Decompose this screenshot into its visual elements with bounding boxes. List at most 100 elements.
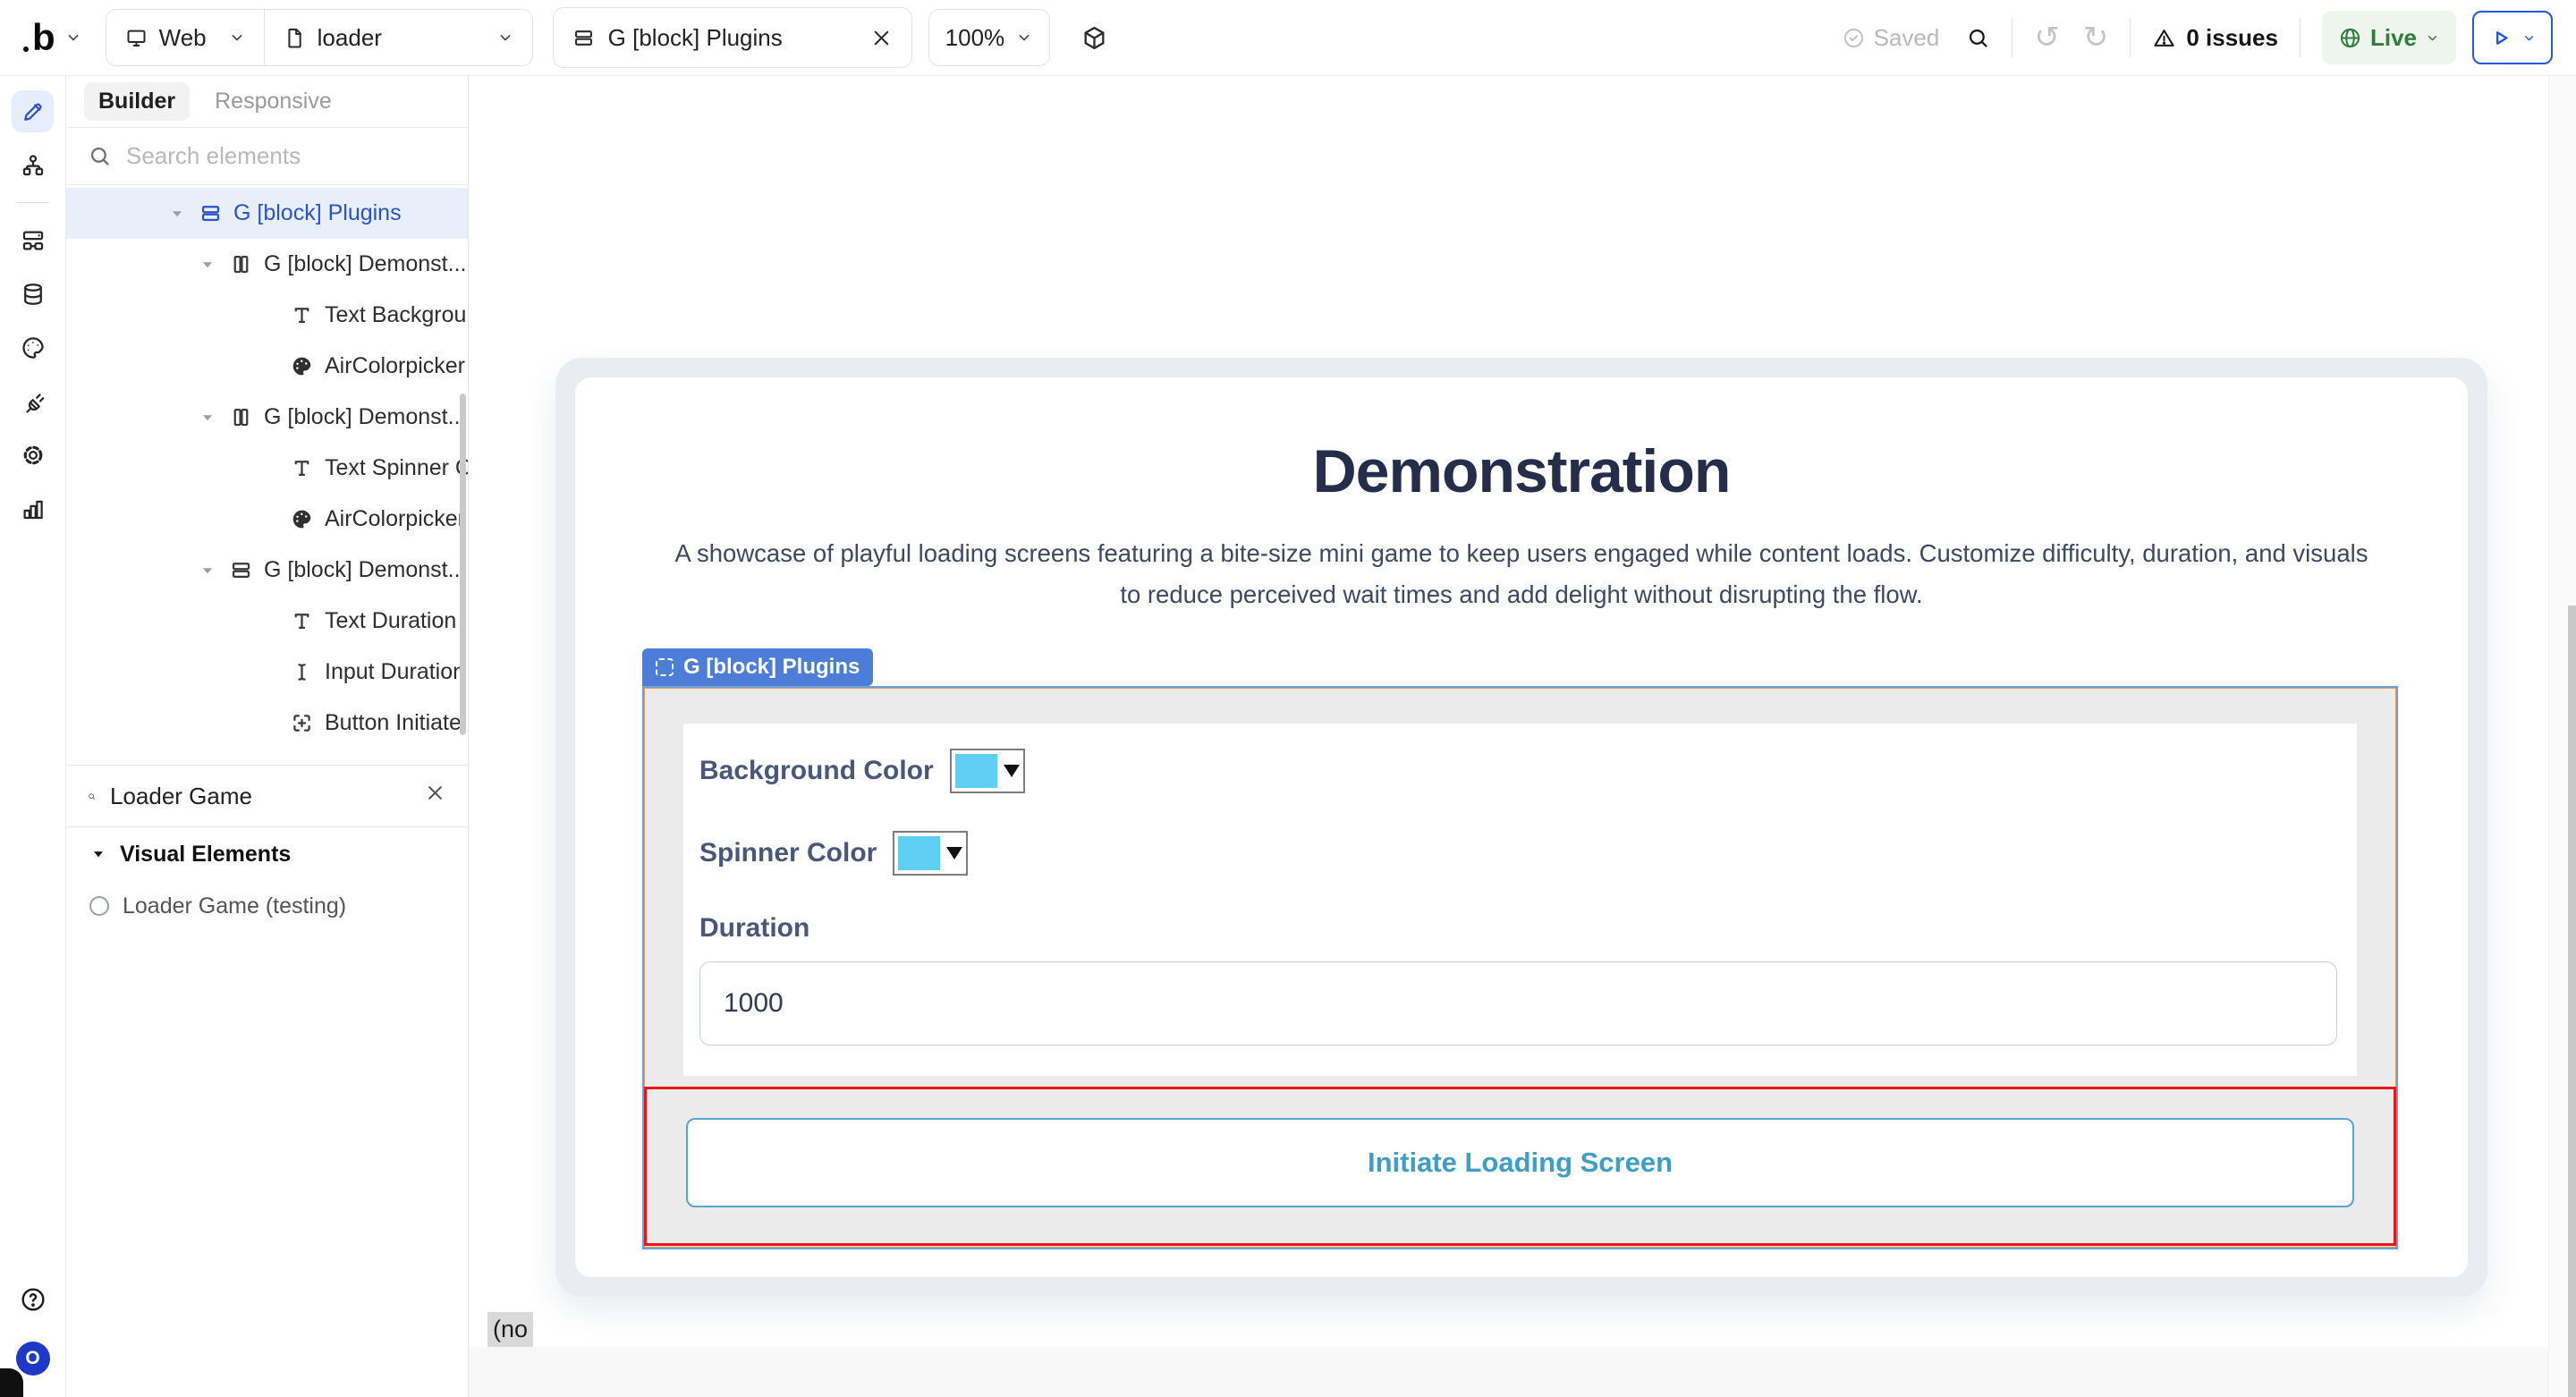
close-icon[interactable]	[869, 26, 894, 50]
page-card-inner: Demonstration A showcase of playful load…	[575, 377, 2468, 1277]
live-environment-button[interactable]: Live	[2322, 11, 2456, 64]
rows-icon	[229, 558, 253, 582]
tree-row[interactable]: Text Spinner C...	[66, 443, 468, 494]
tree-row-label: G [block] Demonst...	[264, 251, 466, 277]
user-avatar[interactable]: O	[16, 1342, 50, 1376]
tree-row[interactable]: AirColorpicker B	[66, 341, 468, 392]
clear-search-icon[interactable]	[424, 782, 446, 810]
page-select-label: loader	[318, 24, 382, 52]
file-icon	[283, 26, 307, 50]
spinner-color-row: Spinner Color	[699, 831, 2337, 876]
spinner-color-picker[interactable]	[893, 831, 968, 876]
editor-canvas[interactable]: Demonstration A showcase of playful load…	[469, 76, 2576, 1397]
preview-cube-button[interactable]	[1080, 24, 1108, 52]
settings-tool-button[interactable]	[12, 434, 54, 476]
duration-input[interactable]	[699, 961, 2337, 1046]
model-selectors: Web loader	[106, 9, 533, 66]
plugins-tool-button[interactable]	[12, 380, 54, 422]
text-icon	[290, 303, 314, 327]
help-icon	[19, 1285, 47, 1314]
background-color-picker[interactable]	[950, 749, 1025, 793]
check-circle-icon	[1842, 26, 1866, 50]
corner-overlay	[0, 1368, 23, 1397]
insert-section-visual-elements[interactable]: Visual Elements	[66, 827, 468, 881]
insights-tool-button[interactable]	[12, 487, 54, 529]
redo-button[interactable]: ↻	[2083, 22, 2109, 53]
dropdown-arrow-icon	[946, 847, 962, 859]
red-selection-outline: Initiate Loading Screen	[644, 1087, 2396, 1246]
canvas-scrollbar-thumb[interactable]	[2568, 605, 2576, 1397]
builder-logo-menu[interactable]: b	[23, 19, 82, 56]
toolbar-divider	[2300, 18, 2301, 57]
chevron-down-icon	[2521, 30, 2537, 46]
tree-row[interactable]: Text Duration	[66, 596, 468, 647]
open-content-tab[interactable]: G [block] Plugins	[553, 7, 912, 68]
tree-row[interactable]: G [block] Demonst...	[66, 545, 468, 596]
caret-down-icon[interactable]	[166, 203, 188, 224]
page-select[interactable]: loader	[264, 10, 532, 65]
issues-label: 0 issues	[2186, 24, 2278, 52]
device-select[interactable]: Web	[106, 10, 264, 65]
tree-row[interactable]: G [block] Plugins	[66, 188, 468, 239]
insert-search	[66, 765, 468, 827]
page-card: Demonstration A showcase of playful load…	[555, 358, 2487, 1297]
help-button[interactable]	[19, 1285, 47, 1318]
undo-button[interactable]: ↺	[2034, 22, 2060, 53]
tree-row-label: Text Spinner C...	[325, 455, 468, 481]
cube-icon	[1080, 24, 1108, 52]
tree-row-label: Input Duration	[325, 659, 465, 685]
insert-search-input[interactable]	[108, 782, 411, 811]
insert-section-label: Visual Elements	[120, 842, 291, 868]
element-search-input[interactable]	[124, 141, 446, 171]
selection-badge[interactable]: G [block] Plugins	[642, 648, 873, 686]
edit-tool-button[interactable]	[12, 90, 54, 132]
background-color-label: Background Color	[699, 756, 934, 786]
global-search-button[interactable]	[1966, 26, 1990, 50]
text-icon	[290, 456, 314, 480]
palette-icon	[290, 354, 314, 378]
tab-builder[interactable]: Builder	[84, 82, 190, 121]
caret-down-icon[interactable]	[197, 407, 218, 428]
tab-responsive[interactable]: Responsive	[215, 82, 332, 121]
save-status-label: Saved	[1874, 24, 1940, 52]
data-tool-button[interactable]	[12, 273, 54, 315]
tree-row[interactable]: Text Backgroun...	[66, 290, 468, 341]
insert-item-loader-game[interactable]: Loader Game (testing)	[66, 881, 468, 931]
caret-down-icon[interactable]	[258, 305, 279, 326]
tree-row[interactable]: Input Duration	[66, 647, 468, 698]
monitor-icon	[124, 26, 148, 50]
caret-down-icon[interactable]	[258, 611, 279, 632]
chevron-down-icon	[228, 29, 246, 47]
database-icon	[20, 281, 47, 308]
chevron-down-icon	[496, 29, 514, 47]
tree-row[interactable]: AirColorpicker C	[66, 494, 468, 545]
initiate-loading-button[interactable]: Initiate Loading Screen	[686, 1118, 2354, 1207]
components-tool-button[interactable]	[12, 219, 54, 261]
element-tree: G [block] Plugins G [block] Demonst... T…	[66, 185, 468, 765]
tree-row[interactable]: G [block] Demonst...	[66, 239, 468, 290]
caret-down-icon[interactable]	[258, 356, 279, 377]
caret-down-icon[interactable]	[258, 458, 279, 479]
layers-tool-button[interactable]	[12, 144, 54, 186]
zoom-level: 100%	[945, 24, 1005, 52]
selected-block-wrap: G [block] Plugins Background Color	[642, 648, 2398, 1249]
ibeam-icon	[290, 660, 314, 684]
caret-down-icon[interactable]	[197, 254, 218, 275]
dashed-select-icon	[656, 658, 674, 676]
caret-down-icon[interactable]	[258, 713, 279, 734]
zoom-select[interactable]: 100%	[928, 9, 1051, 66]
canvas-bottom-strip	[469, 1347, 2548, 1397]
preview-play-button[interactable]	[2472, 11, 2553, 64]
tree-row[interactable]: Button Initiate Loa...	[66, 698, 468, 749]
plugins-block[interactable]: Background Color Spinner Color	[642, 686, 2398, 1249]
search-icon	[88, 784, 96, 809]
styles-tool-button[interactable]	[12, 326, 54, 368]
tree-row[interactable]: G [block] Demonst...	[66, 392, 468, 443]
caret-down-icon[interactable]	[258, 662, 279, 683]
rail-divider	[17, 202, 49, 203]
caret-down-icon[interactable]	[258, 509, 279, 530]
caret-down-icon[interactable]	[197, 560, 218, 581]
save-status: Saved	[1842, 24, 1940, 52]
panel-scrollbar[interactable]	[460, 394, 466, 735]
issues-button[interactable]: 0 issues	[2152, 24, 2278, 52]
